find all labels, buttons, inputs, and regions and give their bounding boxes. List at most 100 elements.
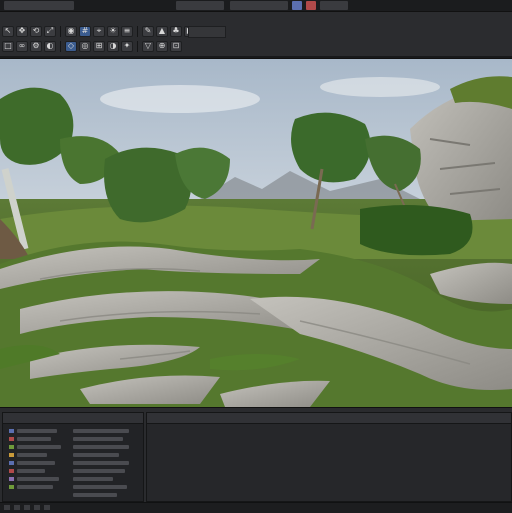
status-bar bbox=[0, 502, 512, 513]
list-item[interactable] bbox=[17, 453, 47, 457]
list-item[interactable] bbox=[17, 429, 57, 433]
lock-button[interactable]: ⊡ bbox=[170, 40, 182, 52]
snap-icon: ⌖ bbox=[96, 26, 102, 35]
status-badge bbox=[292, 1, 302, 10]
brush-icon: ✎ bbox=[144, 26, 152, 35]
mode-icon: ◇ bbox=[67, 41, 75, 50]
main-toolbar: ↖✥⟲⤢◉#⌖☀≡✎▲♣▶ □∞⚙◐◇◎⊞◑✦▽⊕⊡ bbox=[0, 12, 512, 58]
list-item[interactable] bbox=[17, 461, 55, 465]
rotate-icon: ⟲ bbox=[32, 26, 40, 35]
filter-button[interactable]: ▽ bbox=[142, 40, 154, 52]
status-icon[interactable] bbox=[14, 505, 20, 510]
property-row[interactable] bbox=[73, 429, 129, 433]
layer-swatch bbox=[9, 453, 14, 457]
layer-swatch bbox=[9, 461, 14, 465]
grid-icon: # bbox=[81, 26, 89, 35]
property-row[interactable] bbox=[73, 493, 117, 497]
link-icon: ∞ bbox=[18, 41, 26, 50]
shade-icon: ◑ bbox=[109, 41, 117, 50]
scale-button[interactable]: ⤢ bbox=[44, 25, 56, 37]
world-icon: ◎ bbox=[81, 41, 89, 50]
toolbar-separator bbox=[60, 40, 61, 52]
status-badge bbox=[306, 1, 316, 10]
select-button[interactable]: ↖ bbox=[2, 25, 14, 37]
toolbar-row: □ ∞ ⚙ ◐ ◇ ◎ ⊞ ◑ ✦ ▽ ⊕ ⊡ bbox=[0, 39, 182, 53]
shade-button[interactable]: ◑ bbox=[107, 40, 119, 52]
settings-button[interactable]: ⚙ bbox=[30, 40, 42, 52]
terrain-button[interactable]: ▲ bbox=[156, 25, 168, 37]
light-icon: ☀ bbox=[109, 26, 117, 35]
layer-swatch bbox=[9, 469, 14, 473]
status-icon[interactable] bbox=[44, 505, 50, 510]
property-row[interactable] bbox=[73, 477, 113, 481]
layers-icon: ≡ bbox=[123, 26, 131, 35]
view-button[interactable]: ◐ bbox=[44, 40, 56, 52]
light-button[interactable]: ☀ bbox=[107, 25, 119, 37]
list-item[interactable] bbox=[17, 485, 53, 489]
property-row[interactable] bbox=[73, 469, 125, 473]
window-button[interactable]: □ bbox=[2, 40, 14, 52]
view-icon: ◐ bbox=[46, 41, 54, 50]
status-icon[interactable] bbox=[34, 505, 40, 510]
link-button[interactable]: ∞ bbox=[16, 40, 28, 52]
layer-swatch bbox=[9, 485, 14, 489]
layer-swatch bbox=[9, 429, 14, 433]
camera-button[interactable]: ◉ bbox=[65, 25, 77, 37]
list-item[interactable] bbox=[17, 469, 45, 473]
settings-icon: ⚙ bbox=[32, 41, 40, 50]
fx-button[interactable]: ✦ bbox=[121, 40, 133, 52]
camera-icon: ◉ bbox=[67, 26, 75, 35]
property-row[interactable] bbox=[73, 453, 119, 457]
terrain-icon: ▲ bbox=[158, 26, 166, 35]
window-tab[interactable] bbox=[176, 1, 224, 10]
property-row[interactable] bbox=[73, 485, 127, 489]
panel-header bbox=[147, 413, 511, 424]
scene-render bbox=[0, 59, 512, 407]
foliage-icon: ♣ bbox=[172, 26, 180, 35]
toolbar-separator bbox=[137, 25, 138, 37]
pin-button[interactable]: ⊕ bbox=[156, 40, 168, 52]
status-icon[interactable] bbox=[24, 505, 30, 510]
list-item[interactable] bbox=[17, 445, 61, 449]
move-button[interactable]: ✥ bbox=[16, 25, 28, 37]
scale-icon: ⤢ bbox=[46, 26, 54, 35]
window-tab[interactable] bbox=[4, 1, 74, 10]
mode-button[interactable]: ◇ bbox=[65, 40, 77, 52]
window-tab[interactable] bbox=[230, 1, 288, 10]
property-row[interactable] bbox=[73, 437, 123, 441]
toolbar-row: ↖✥⟲⤢◉#⌖☀≡✎▲♣▶ bbox=[0, 24, 196, 38]
layer-swatch bbox=[9, 445, 14, 449]
wire-icon: ⊞ bbox=[95, 41, 103, 50]
foliage-button[interactable]: ♣ bbox=[170, 25, 182, 37]
property-row[interactable] bbox=[73, 445, 129, 449]
title-bar bbox=[0, 0, 512, 12]
list-item[interactable] bbox=[17, 437, 51, 441]
property-row[interactable] bbox=[73, 461, 129, 465]
list-item[interactable] bbox=[17, 477, 59, 481]
panel-header bbox=[3, 413, 143, 424]
snap-button[interactable]: ⌖ bbox=[93, 25, 105, 37]
move-icon: ✥ bbox=[18, 26, 26, 35]
pin-icon: ⊕ bbox=[158, 41, 166, 50]
toolbar-separator bbox=[137, 40, 138, 52]
window-icon: □ bbox=[4, 41, 12, 50]
world-button[interactable]: ◎ bbox=[79, 40, 91, 52]
view-mode-dropdown[interactable] bbox=[188, 26, 226, 38]
layer-swatch bbox=[9, 477, 14, 481]
layer-swatch bbox=[9, 437, 14, 441]
toolbar-separator bbox=[60, 25, 61, 37]
wire-button[interactable]: ⊞ bbox=[93, 40, 105, 52]
content-browser-panel[interactable] bbox=[146, 412, 512, 502]
outliner-panel[interactable] bbox=[2, 412, 144, 502]
window-tab[interactable] bbox=[320, 1, 348, 10]
grid-button[interactable]: # bbox=[79, 25, 91, 37]
layers-button[interactable]: ≡ bbox=[121, 25, 133, 37]
fx-icon: ✦ bbox=[123, 41, 131, 50]
bottom-dock bbox=[0, 408, 512, 502]
lock-icon: ⊡ bbox=[172, 41, 180, 50]
status-icon[interactable] bbox=[4, 505, 10, 510]
rotate-button[interactable]: ⟲ bbox=[30, 25, 42, 37]
scene-viewport[interactable] bbox=[0, 58, 512, 409]
brush-button[interactable]: ✎ bbox=[142, 25, 154, 37]
select-icon: ↖ bbox=[4, 26, 12, 35]
